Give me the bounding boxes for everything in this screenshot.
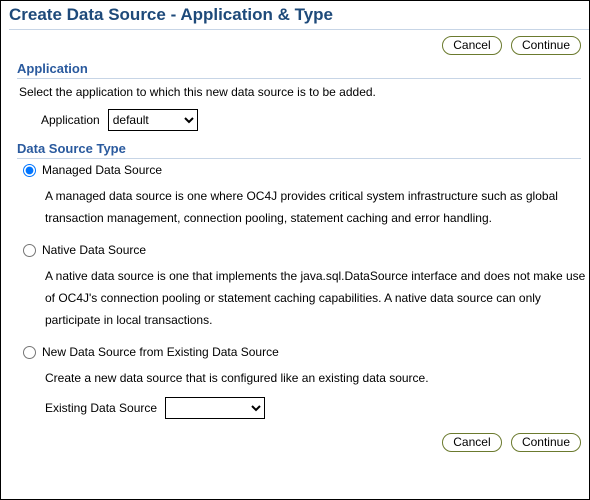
application-heading: Application bbox=[17, 61, 581, 79]
radio-existing-desc: Create a new data source that is configu… bbox=[45, 367, 589, 389]
type-option-native: Native Data Source A native data source … bbox=[23, 243, 589, 331]
radio-managed-label: Managed Data Source bbox=[42, 163, 162, 177]
type-option-existing: New Data Source from Existing Data Sourc… bbox=[23, 345, 589, 419]
application-select[interactable]: default bbox=[108, 109, 198, 131]
continue-button[interactable]: Continue bbox=[511, 36, 581, 55]
existing-ds-select[interactable] bbox=[165, 397, 265, 419]
radio-existing-label: New Data Source from Existing Data Sourc… bbox=[42, 345, 279, 359]
bottom-button-bar: Cancel Continue bbox=[1, 427, 589, 456]
radio-managed[interactable] bbox=[23, 164, 36, 177]
existing-ds-label: Existing Data Source bbox=[45, 401, 157, 415]
type-option-managed: Managed Data Source A managed data sourc… bbox=[23, 163, 589, 229]
radio-native-label: Native Data Source bbox=[42, 243, 146, 257]
cancel-button-bottom[interactable]: Cancel bbox=[442, 433, 501, 452]
radio-native[interactable] bbox=[23, 244, 36, 257]
top-button-bar: Cancel Continue bbox=[1, 30, 589, 57]
type-heading: Data Source Type bbox=[17, 141, 581, 159]
continue-button-bottom[interactable]: Continue bbox=[511, 433, 581, 452]
radio-existing[interactable] bbox=[23, 346, 36, 359]
application-label: Application bbox=[41, 113, 100, 127]
radio-managed-desc: A managed data source is one where OC4J … bbox=[45, 185, 589, 229]
cancel-button[interactable]: Cancel bbox=[442, 36, 501, 55]
application-hint: Select the application to which this new… bbox=[19, 85, 589, 99]
page-title: Create Data Source - Application & Type bbox=[9, 5, 589, 30]
radio-native-desc: A native data source is one that impleme… bbox=[45, 265, 589, 331]
